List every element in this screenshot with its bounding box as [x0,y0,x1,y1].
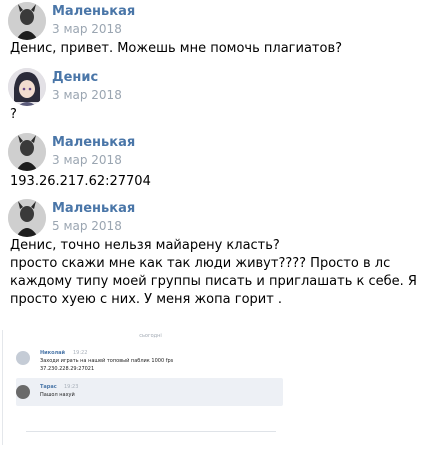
message-author[interactable]: Маленькая [52,4,135,19]
message-author[interactable]: Денис [52,70,98,85]
message-line: каждому типу моей группы писать и пригла… [10,274,417,289]
avatar [16,385,30,399]
message-text: Денис, привет. Можешь мне помочь плагиат… [10,40,420,58]
message-line: 193.26.217.62:27704 [10,174,151,189]
embed-time: 19:22 [73,350,88,356]
avatar[interactable] [8,68,46,106]
girl-dark-avatar-icon [8,133,46,171]
message-date[interactable]: 3 мар 2018 [52,153,122,167]
dialog-history: Маленькая 3 мар 2018 Денис, привет. Може… [0,0,425,451]
message-date[interactable]: 5 мар 2018 [52,219,122,233]
message-line: Денис, точно нельзя майарену класть? [10,238,280,253]
message-line: просто скажи мне как так люди живут???? … [10,256,391,271]
message-line: просто хуею с них. У меня жопа горит . [10,292,283,307]
embed-line: 37.230.228.29:27021 [40,366,95,372]
message-line: Денис, привет. Можешь мне помочь плагиат… [10,41,343,56]
message-author[interactable]: Маленькая [52,135,135,150]
camera-icon [16,351,30,365]
message-text: ? [10,106,420,124]
embed-line: Пашол нахуй [40,392,75,398]
embed-author: Николай [40,350,66,356]
avatar[interactable] [8,199,46,237]
embed-text: Пашол нахуй [40,391,75,399]
embed-time: 19:23 [64,384,79,390]
girl-dark-avatar-icon [8,199,46,237]
avatar[interactable] [8,2,46,40]
girl-dark-avatar-icon [8,2,46,40]
embed-text: Заходи играть на нашей топовый паблик 10… [40,357,173,373]
avatar[interactable] [8,133,46,171]
embed-input-bar [26,431,276,442]
embed-line: Заходи играть на нашей топовый паблик 10… [40,358,174,364]
attached-screenshot[interactable]: сьогодні Николай 19:22 Заходи играть на … [8,330,293,445]
message-author[interactable]: Маленькая [52,201,135,216]
anime-avatar-icon [8,68,46,106]
message-text: 193.26.217.62:27704 [10,173,420,191]
embed-left-border [2,330,3,445]
message-date[interactable]: 3 мар 2018 [52,22,122,36]
embed-author: Тарас [40,384,57,390]
embed-date-divider: сьогодні [139,333,162,339]
message-date[interactable]: 3 мар 2018 [52,88,122,102]
message-text: Денис, точно нельзя майарену класть? про… [10,237,420,309]
message-line: ? [10,107,17,122]
